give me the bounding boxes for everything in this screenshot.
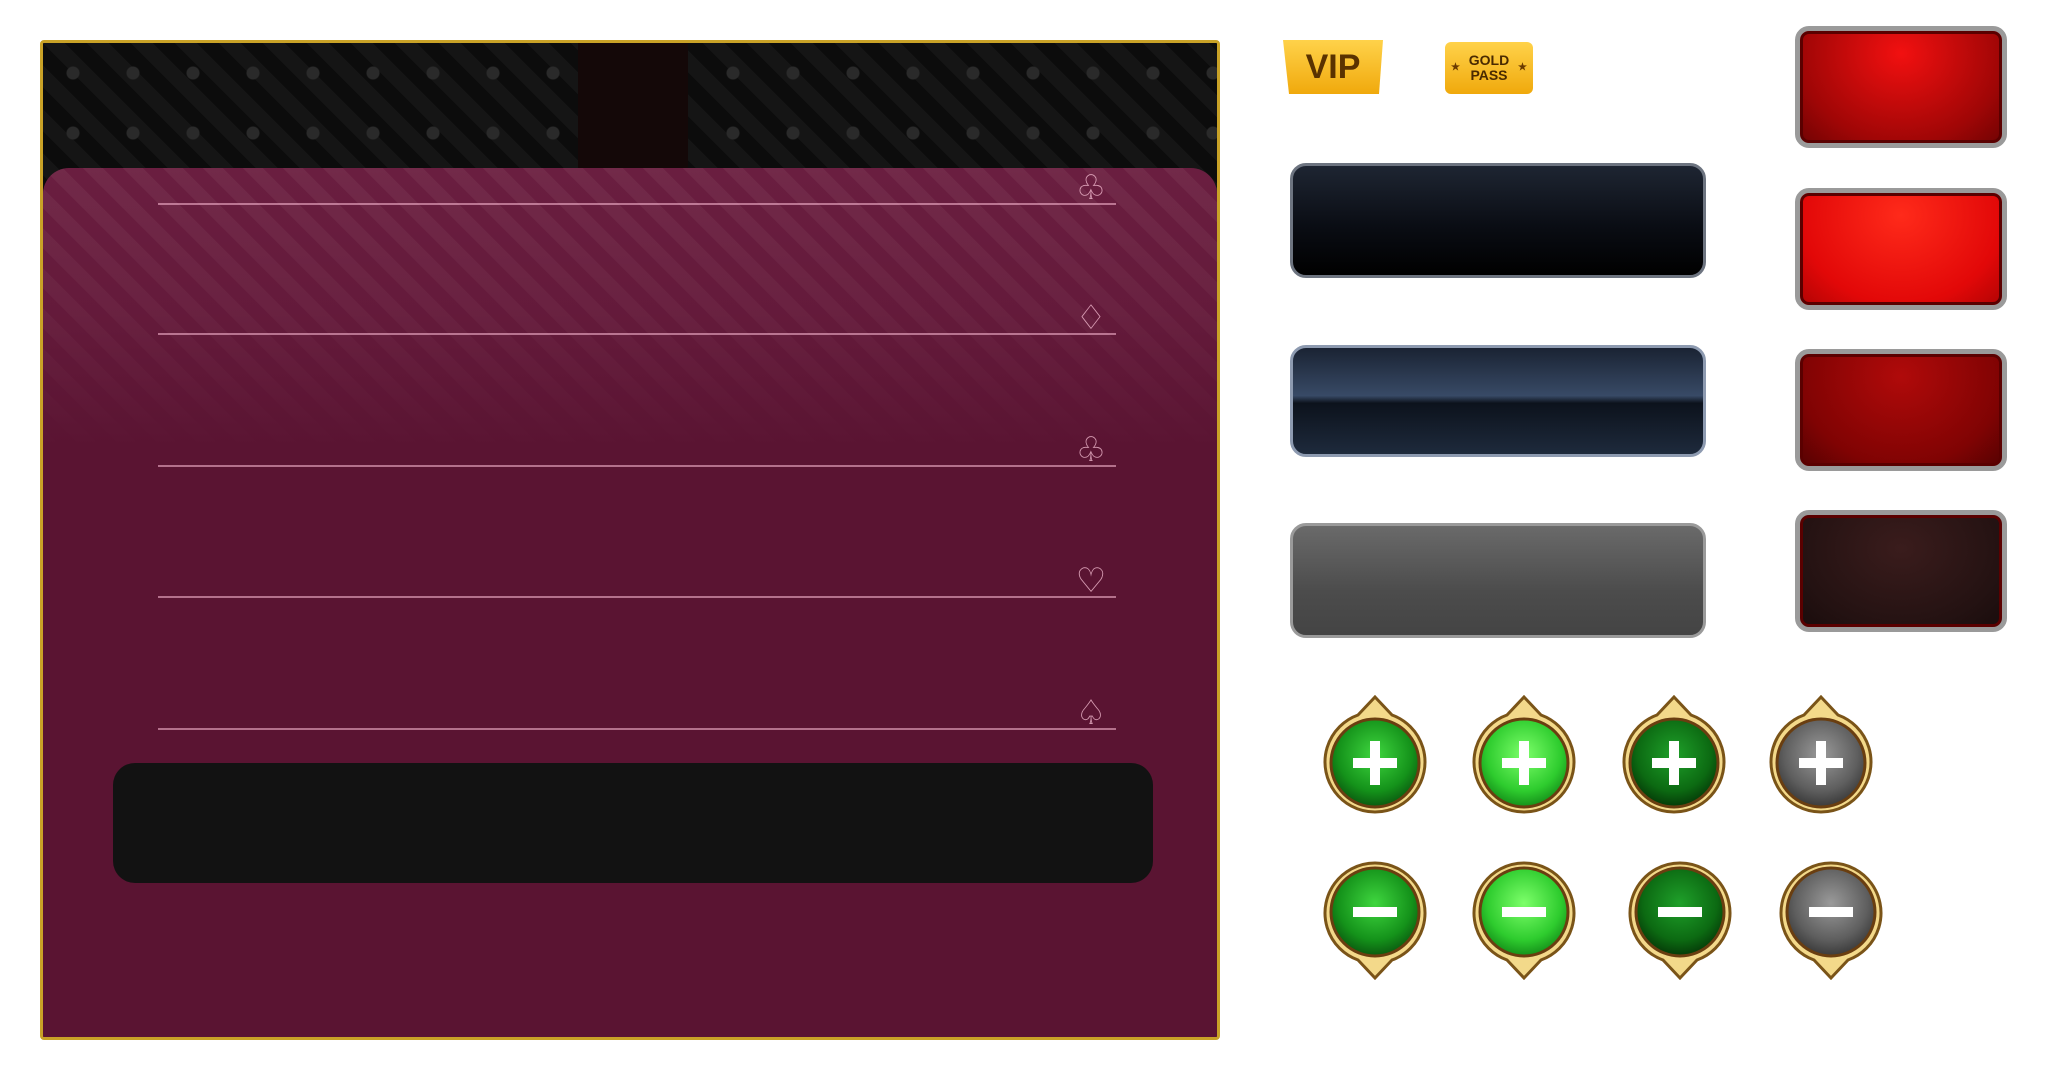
- red-button-hover[interactable]: [1795, 188, 2007, 310]
- red-button-disabled[interactable]: [1795, 510, 2007, 632]
- input-underline-1[interactable]: [158, 203, 1116, 205]
- minus-icon: [1472, 861, 1576, 980]
- club-icon: ♧: [1075, 430, 1107, 470]
- star-icon: ★: [1518, 62, 1527, 73]
- vip-label: VIP: [1305, 47, 1361, 86]
- plus-button-normal[interactable]: [1322, 695, 1428, 815]
- input-underline-5[interactable]: [158, 728, 1116, 730]
- plus-button-pressed[interactable]: [1621, 695, 1727, 815]
- plus-icon: [1323, 695, 1427, 814]
- gold-pass-badge: ★ GOLD PASS ★: [1445, 42, 1533, 94]
- gold-pass-label: GOLD PASS: [1469, 53, 1509, 83]
- heart-icon: ♡: [1075, 561, 1107, 601]
- minus-button-normal[interactable]: [1322, 860, 1428, 980]
- minus-button-disabled[interactable]: [1778, 860, 1884, 980]
- plus-button-hover[interactable]: [1471, 695, 1577, 815]
- gold-pass-line1: GOLD: [1468, 52, 1510, 68]
- minus-button-pressed[interactable]: [1627, 860, 1733, 980]
- plus-icon: [1622, 695, 1726, 814]
- steel-button[interactable]: [1290, 345, 1706, 457]
- form-body: ♧ ♢ ♧ ♡ ♤: [43, 168, 1217, 1037]
- gold-pass-line2: PASS: [1470, 67, 1508, 83]
- input-underline-2[interactable]: [158, 333, 1116, 335]
- dark-button[interactable]: [1290, 163, 1706, 278]
- input-underline-3[interactable]: [158, 465, 1116, 467]
- plus-icon: [1472, 695, 1576, 814]
- form-panel: ♧ ♢ ♧ ♡ ♤: [40, 40, 1220, 1040]
- vip-badge: VIP: [1283, 40, 1383, 94]
- diamond-icon: ♢: [1075, 298, 1107, 338]
- plus-icon: [1769, 695, 1873, 814]
- minus-icon: [1628, 861, 1732, 980]
- input-underline-4[interactable]: [158, 596, 1116, 598]
- minus-button-hover[interactable]: [1471, 860, 1577, 980]
- club-icon: ♧: [1075, 168, 1107, 208]
- star-icon: ★: [1451, 62, 1460, 73]
- minus-icon: [1323, 861, 1427, 980]
- minus-icon: [1779, 861, 1883, 980]
- plus-button-disabled[interactable]: [1768, 695, 1874, 815]
- red-button-normal[interactable]: [1795, 26, 2007, 148]
- red-button-pressed[interactable]: [1795, 349, 2007, 471]
- gray-button[interactable]: [1290, 523, 1706, 638]
- spade-icon: ♤: [1075, 693, 1107, 733]
- submit-button[interactable]: [113, 763, 1153, 883]
